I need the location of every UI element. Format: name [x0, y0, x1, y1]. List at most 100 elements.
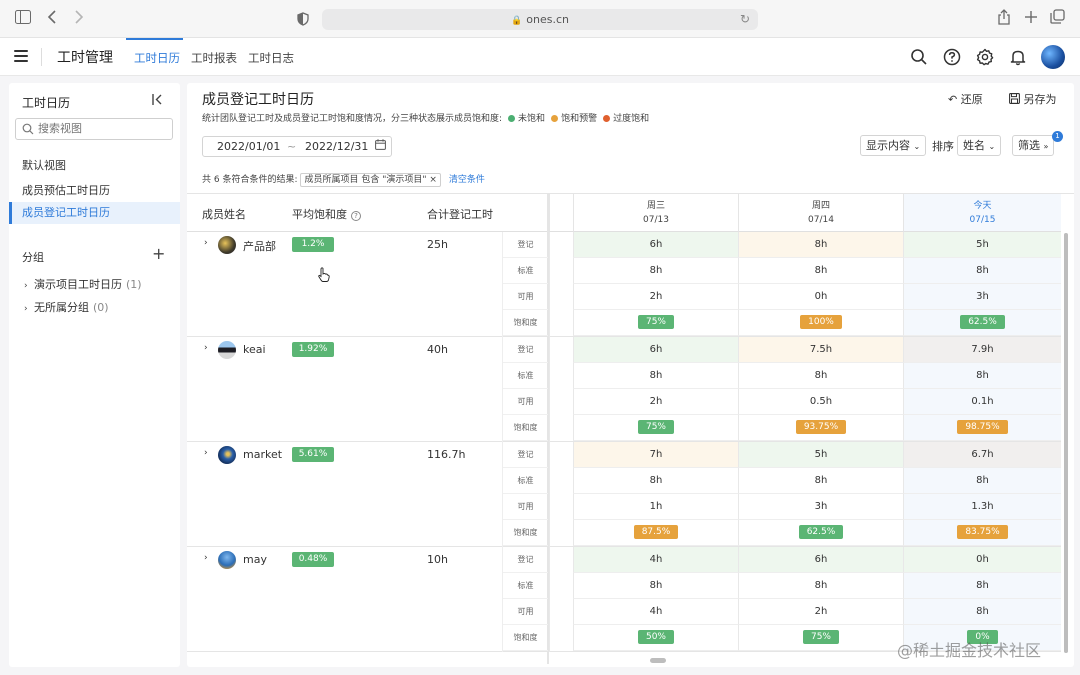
hours-cell-logged[interactable]: 0h: [903, 547, 1061, 573]
description-text: 统计团队登记工时及成员登记工时饱和度情况，分三种状态展示成员饱和度:: [202, 114, 503, 124]
collapse-sidebar-icon[interactable]: [152, 94, 164, 108]
view-member-logged-calendar[interactable]: 成员登记工时日历: [9, 202, 180, 224]
calendar-table: 成员姓名 平均饱和度? 合计登记工时 周三 07/13 周四 07/14 今天 …: [187, 193, 1074, 664]
hours-cell-standard[interactable]: 8h: [738, 573, 903, 599]
notification-bell-icon[interactable]: [1009, 48, 1027, 66]
hours-cell-standard[interactable]: 8h: [738, 468, 903, 494]
view-member-estimated-calendar[interactable]: 成员预估工时日历: [9, 180, 180, 202]
hours-cell-standard[interactable]: 8h: [573, 363, 738, 389]
day-weekday: 周三: [646, 201, 665, 211]
hours-cell-logged[interactable]: 4h: [573, 547, 738, 573]
hours-cell-logged[interactable]: 5h: [903, 232, 1061, 258]
saturation-badge: 100%: [800, 315, 842, 329]
metric-label: 饱和度: [503, 625, 548, 651]
back-icon[interactable]: [47, 9, 57, 29]
chevron-right-icon: ›: [24, 304, 28, 314]
privacy-shield-icon[interactable]: [297, 11, 309, 31]
condition-tag[interactable]: 成员所属项目 包含 "演示项目" ×: [300, 173, 441, 187]
clear-conditions-link[interactable]: 清空条件: [449, 175, 485, 185]
hours-cell-logged[interactable]: 6h: [573, 232, 738, 258]
hours-cell-standard[interactable]: 8h: [573, 468, 738, 494]
hours-cell-standard[interactable]: 8h: [573, 258, 738, 284]
hours-cell-available[interactable]: 1h: [573, 494, 738, 520]
hours-cell-available[interactable]: 2h: [573, 389, 738, 415]
hours-cell-available[interactable]: 0.1h: [903, 389, 1061, 415]
expand-chevron-icon[interactable]: ›: [204, 448, 208, 458]
settings-gear-icon[interactable]: [976, 48, 994, 66]
filter-button[interactable]: 筛选 »: [1012, 135, 1055, 156]
hours-cell-available[interactable]: 2h: [573, 284, 738, 310]
hours-cell-logged[interactable]: 8h: [738, 232, 903, 258]
member-name: market: [243, 448, 283, 461]
hours-cell-logged[interactable]: 7h: [573, 442, 738, 468]
hours-cell-available[interactable]: 3h: [738, 494, 903, 520]
metric-labels: 登记 标准 可用 饱和度: [502, 232, 548, 337]
undo-icon: ↶: [948, 93, 958, 106]
metric-label: 饱和度: [503, 520, 548, 546]
expand-chevron-icon[interactable]: ›: [204, 343, 208, 353]
legend-dot-unsaturated: [508, 114, 516, 122]
horizontal-scroll-handle[interactable]: [650, 658, 666, 663]
tab-work-calendar[interactable]: 工时日历: [134, 50, 180, 66]
close-icon[interactable]: ×: [429, 175, 437, 185]
sidebar-toggle-icon[interactable]: [15, 9, 31, 29]
expand-chevron-icon[interactable]: ›: [204, 238, 208, 248]
page-description: 统计团队登记工时及成员登记工时饱和度情况，分三种状态展示成员饱和度: 未饱和 饱和预…: [202, 111, 649, 124]
group-ungrouped[interactable]: › 无所属分组 (0): [24, 299, 109, 315]
user-avatar[interactable]: [1041, 45, 1065, 69]
view-search-box[interactable]: [15, 118, 173, 140]
prev-day-cell: [549, 232, 573, 337]
hours-cell-available[interactable]: 4h: [573, 599, 738, 625]
hours-cell-available[interactable]: 3h: [903, 284, 1061, 310]
vertical-scrollbar[interactable]: [1064, 233, 1068, 653]
address-bar[interactable]: 🔒 ones.cn ↻: [322, 9, 758, 30]
hours-cell-available[interactable]: 2h: [738, 599, 903, 625]
tab-overview-icon[interactable]: [1050, 9, 1065, 29]
app-title: 工时管理: [57, 50, 113, 66]
menu-icon[interactable]: [14, 50, 28, 62]
tab-work-log[interactable]: 工时日志: [248, 50, 294, 66]
hours-cell-logged[interactable]: 6.7h: [903, 442, 1061, 468]
hours-cell-standard[interactable]: 8h: [903, 363, 1061, 389]
sort-dropdown[interactable]: 姓名 ⌄: [957, 135, 1002, 156]
hours-cell-standard[interactable]: 8h: [903, 573, 1061, 599]
hours-cell-available[interactable]: 0.5h: [738, 389, 903, 415]
restore-button[interactable]: ↶ 还原: [948, 91, 983, 107]
hours-cell-available[interactable]: 8h: [903, 599, 1061, 625]
expand-chevron-icon[interactable]: ›: [204, 553, 208, 563]
hours-cell-standard[interactable]: 8h: [738, 363, 903, 389]
new-tab-icon[interactable]: [1024, 9, 1038, 29]
hours-cell-available[interactable]: 0h: [738, 284, 903, 310]
saturation-badge: 75%: [802, 630, 839, 644]
save-as-button[interactable]: 另存为: [1009, 91, 1057, 107]
hours-cell-standard[interactable]: 8h: [903, 258, 1061, 284]
view-search-input[interactable]: [38, 122, 168, 135]
search-icon[interactable]: [910, 48, 928, 66]
date-range-picker[interactable]: 2022/01/01 ~ 2022/12/31: [202, 136, 392, 157]
hours-cell-logged[interactable]: 5h: [738, 442, 903, 468]
help-circle-icon[interactable]: ?: [351, 211, 361, 221]
share-icon[interactable]: [997, 9, 1011, 30]
group-demo-project[interactable]: › 演示项目工时日历 (1): [24, 276, 142, 292]
help-icon[interactable]: [943, 48, 961, 66]
scrollbar-thumb[interactable]: [1064, 233, 1068, 653]
member-row[interactable]: › market 5.61% 116.7h 登记 标准 可用 饱和度 7h 8h 1h 87.5% 5h…: [187, 442, 1061, 547]
forward-icon[interactable]: [74, 9, 84, 29]
hours-cell-logged[interactable]: 6h: [573, 337, 738, 363]
display-content-dropdown[interactable]: 显示内容 ⌄: [860, 135, 927, 156]
hours-cell-standard[interactable]: 8h: [903, 468, 1061, 494]
metric-label: 登记: [503, 442, 548, 468]
member-avatar: [218, 551, 236, 569]
add-group-icon[interactable]: +: [152, 246, 165, 262]
hours-cell-logged[interactable]: 7.5h: [738, 337, 903, 363]
hours-cell-logged[interactable]: 6h: [738, 547, 903, 573]
tab-work-report[interactable]: 工时报表: [191, 50, 237, 66]
reload-icon[interactable]: ↻: [740, 9, 750, 30]
hours-cell-logged[interactable]: 7.9h: [903, 337, 1061, 363]
member-row[interactable]: › keai 1.92% 40h 登记 标准 可用 饱和度 6h 8h 2h 75% 7.5h 8h 0.5…: [187, 337, 1061, 442]
hours-cell-standard[interactable]: 8h: [573, 573, 738, 599]
col-avg-label: 平均饱和度: [292, 208, 347, 221]
hours-cell-available[interactable]: 1.3h: [903, 494, 1061, 520]
hours-cell-standard[interactable]: 8h: [738, 258, 903, 284]
metric-label: 登记: [503, 547, 548, 573]
